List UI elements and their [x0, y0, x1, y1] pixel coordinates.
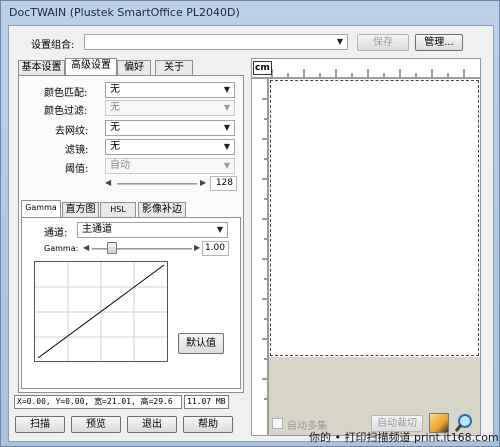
gamma-right-arrow-icon[interactable]: ▶ [194, 243, 200, 252]
filter-value: 无 [110, 141, 120, 152]
chevron-down-icon: ▼ [216, 225, 224, 234]
dialog-body: 设置组合: ▼ 保存 管理... 基本设置 高级设置 偏好 关于 颜色匹配: 无… [8, 25, 494, 442]
vertical-ruler [251, 78, 268, 436]
default-button[interactable]: 默认值 [178, 333, 224, 354]
threshold-left-arrow-icon[interactable]: ◀ [105, 178, 111, 187]
descreen-label: 去网纹: [55, 126, 89, 137]
tab-advanced-settings[interactable]: 高级设置 [65, 58, 117, 75]
preview-button[interactable]: 预览 [71, 416, 121, 433]
preset-label: 设置组合: [31, 40, 75, 51]
scan-button[interactable]: 扫描 [15, 416, 65, 433]
chevron-down-icon: ▼ [223, 103, 231, 112]
manage-button[interactable]: 管理... [415, 34, 463, 51]
threshold-label: 阈值: [65, 164, 89, 175]
color-match-label: 颜色匹配: [44, 88, 88, 99]
filter-label: 滤镜: [65, 145, 89, 156]
channel-combo[interactable]: 主通道 ▼ [77, 222, 228, 238]
tab-gamma[interactable]: Gamma [21, 200, 61, 217]
scan-selection-frame[interactable] [270, 80, 479, 356]
gamma-curve-graph[interactable] [34, 261, 168, 362]
descreen-combo[interactable]: 无 ▼ [105, 120, 235, 136]
tab-hsl[interactable]: HSL [100, 202, 136, 217]
tab-about[interactable]: 关于 [155, 60, 193, 75]
save-button[interactable]: 保存 [357, 34, 409, 51]
watermark: 你的 • 打印扫描频道 print.it168.com [309, 431, 499, 444]
tab-preferences[interactable]: 偏好 [117, 60, 151, 75]
chevron-down-icon: ▼ [336, 37, 344, 46]
threshold-number[interactable]: 128 [210, 176, 237, 191]
gamma-left-arrow-icon[interactable]: ◀ [83, 243, 89, 252]
title-bar: DocTWAIN (Plustek SmartOffice PL2040D) [1, 1, 500, 25]
window-title: DocTWAIN (Plustek SmartOffice PL2040D) [9, 6, 240, 19]
gamma-curve-svg [35, 262, 167, 361]
gamma-slider-thumb[interactable] [107, 242, 117, 254]
app-window: DocTWAIN (Plustek SmartOffice PL2040D) 设… [0, 0, 500, 447]
preview-canvas[interactable] [268, 78, 481, 436]
ruler-unit[interactable]: cm [253, 61, 272, 75]
filter-combo[interactable]: 无 ▼ [105, 139, 235, 155]
threshold-value: 自动 [110, 160, 130, 171]
color-filter-combo[interactable]: 无 ▼ [105, 100, 235, 116]
sub-tab-strip: Gamma 直方图 HSL 影像补边 [21, 200, 241, 217]
tab-image-edge[interactable]: 影像补边 [138, 202, 186, 217]
ruler-ticks-h [271, 69, 465, 77]
tab-histogram[interactable]: 直方图 [62, 202, 99, 217]
color-match-value: 无 [110, 84, 120, 95]
gamma-panel: 通道: 主通道 ▼ Gamma: ◀ ▶ 1.00 默认值 [21, 217, 241, 389]
color-filter-label: 颜色过滤: [44, 106, 88, 117]
color-match-combo[interactable]: 无 ▼ [105, 82, 235, 98]
horizontal-ruler: cm [251, 58, 481, 78]
auto-stitch-checkbox[interactable] [272, 418, 283, 429]
exit-button[interactable]: 退出 [127, 416, 177, 433]
channel-label: 通道: [44, 228, 68, 239]
threshold-slider[interactable] [117, 183, 197, 185]
chevron-down-icon: ▼ [223, 85, 231, 94]
chevron-down-icon: ▼ [223, 161, 231, 170]
preset-combo[interactable]: ▼ [84, 34, 348, 50]
color-filter-value: 无 [110, 102, 120, 113]
chevron-down-icon: ▼ [223, 123, 231, 132]
gamma-label: Gamma: [44, 244, 79, 253]
tab-basic-settings[interactable]: 基本设置 [18, 60, 65, 75]
threshold-combo[interactable]: 自动 ▼ [105, 158, 235, 174]
help-button[interactable]: 帮助 [183, 416, 233, 433]
threshold-right-arrow-icon[interactable]: ▶ [200, 178, 206, 187]
ruler-ticks-v [262, 98, 267, 400]
chevron-down-icon: ▼ [223, 142, 231, 151]
gamma-value[interactable]: 1.00 [202, 241, 229, 256]
descreen-value: 无 [110, 122, 120, 133]
main-tab-strip: 基本设置 高级设置 偏好 关于 [18, 58, 243, 75]
size-status: 11.07 MB [184, 395, 229, 409]
coords-status: X=0.00, Y=0.00, 宽=21.01, 高=29.6 [14, 395, 182, 409]
channel-value: 主通道 [82, 224, 112, 235]
advanced-panel: 颜色匹配: 无 ▼ 颜色过滤: 无 ▼ 去网纹: 无 ▼ 滤镜: 无 ▼ 阈值: [18, 75, 244, 393]
